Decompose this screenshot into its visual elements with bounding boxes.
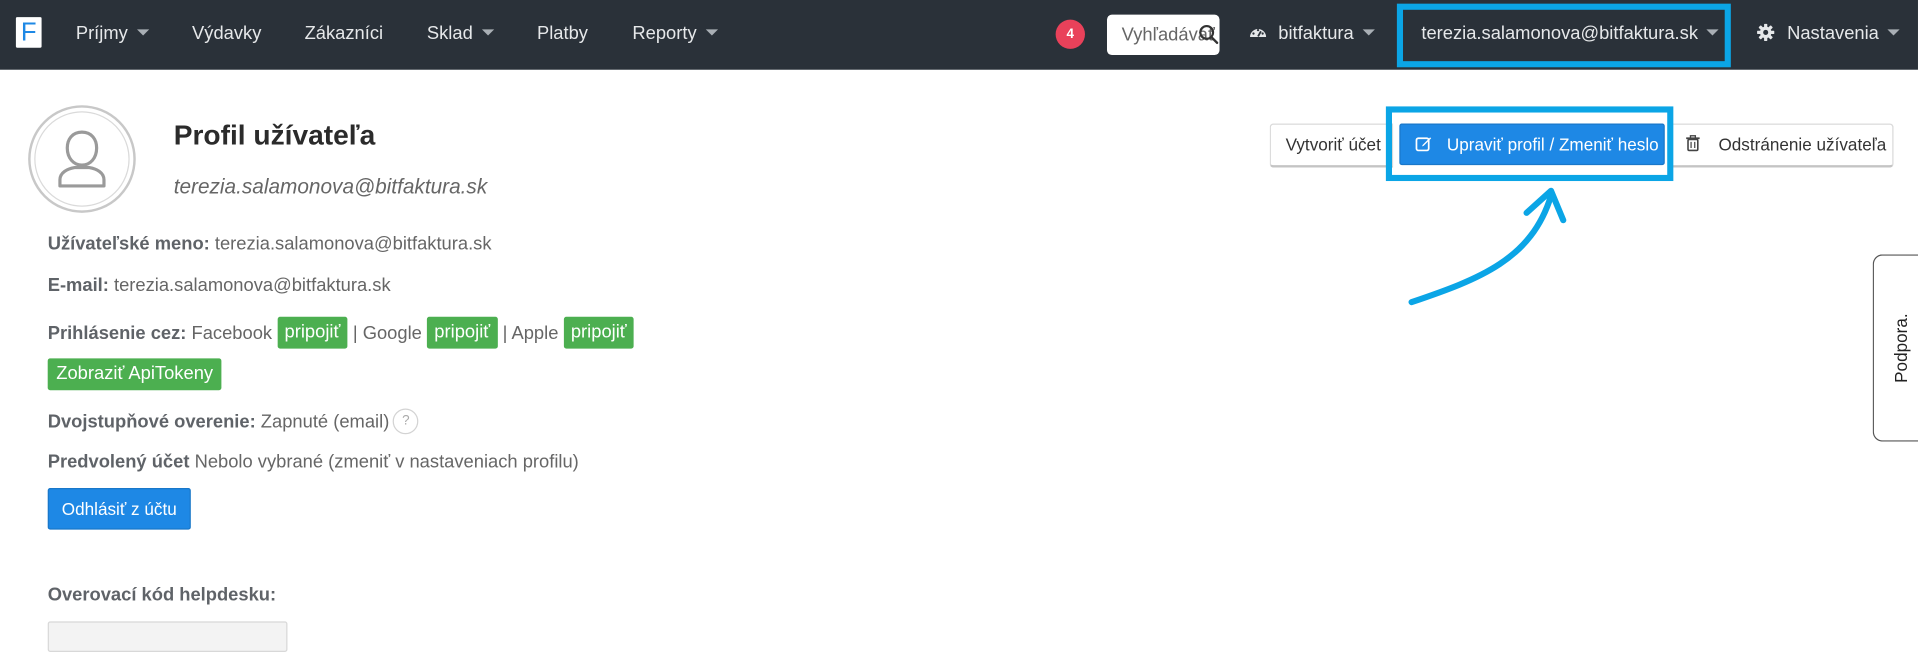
chevron-down-icon [481, 28, 494, 35]
username-label: Užívateľské meno: [47, 233, 210, 255]
nav-sklad-label: Sklad [426, 23, 473, 45]
highlight-box-user-menu [1396, 3, 1731, 68]
chevron-down-icon [136, 28, 149, 35]
connect-google-button[interactable]: pripojiť [426, 316, 498, 349]
provider-google: Google [362, 322, 422, 344]
profile-email-subtitle: terezia.salamonova@bitfaktura.sk [173, 174, 488, 199]
nav-settings[interactable]: Nastavenia [1757, 0, 1900, 70]
provider-apple: Apple [511, 322, 559, 344]
create-account-button[interactable]: Vytvoriť účet [1269, 123, 1394, 168]
email-value: terezia.salamonova@bitfaktura.sk [113, 275, 391, 297]
nav-sklad[interactable]: Sklad [427, 0, 494, 70]
username-row: Užívateľské meno: terezia.salamonova@bit… [48, 234, 492, 255]
nav-company[interactable]: bitfaktura [1249, 0, 1375, 70]
default-account-value: Nebolo vybrané (zmeniť v nastaveniach pr… [194, 451, 579, 473]
highlight-box-edit-profile [1385, 106, 1674, 182]
nav-vydavky[interactable]: Výdavky [192, 0, 261, 70]
default-account-row: Predvolený účet Nebolo vybrané (zmeniť v… [48, 451, 579, 472]
nav-prijmy-label: Príjmy [75, 23, 128, 45]
support-tab-label: Podpora. [1891, 313, 1911, 383]
delete-user-button[interactable]: Odstránenie užívateľa [1670, 123, 1894, 168]
dashboard-gauge-icon [1250, 28, 1267, 37]
default-account-label: Predvolený účet [47, 451, 190, 473]
search-icon[interactable] [1198, 23, 1220, 45]
trash-icon [1686, 135, 1700, 152]
annotation-arrow-icon [1408, 187, 1567, 306]
user-silhouette-icon [58, 130, 106, 188]
helpdesk-code-field [47, 621, 288, 652]
social-login-label: Prihlásenie cez: [47, 322, 187, 344]
nav-vydavky-label: Výdavky [192, 23, 262, 45]
nav-prijmy[interactable]: Príjmy [76, 0, 149, 70]
support-tab[interactable]: Podpora. [1872, 254, 1918, 442]
twofa-label: Dvojstupňové overenie: [47, 411, 256, 433]
username-value: terezia.salamonova@bitfaktura.sk [214, 233, 492, 255]
separator: | [352, 322, 358, 344]
chevron-down-icon [1362, 28, 1375, 35]
email-row: E-mail: terezia.salamonova@bitfaktura.sk [48, 275, 391, 296]
nav-reporty[interactable]: Reporty [632, 0, 718, 70]
social-login-row: Prihlásenie cez: Facebook pripojiť | Goo… [47, 316, 635, 350]
nav-platby[interactable]: Platby [537, 0, 588, 70]
api-tokens-row: Zobraziť ApiTokeny [47, 358, 222, 392]
connect-apple-button[interactable]: pripojiť [563, 316, 635, 349]
email-label: E-mail: [47, 275, 109, 297]
app-logo[interactable]: F [15, 17, 42, 48]
twofa-row: Dvojstupňové overenie: Zapnuté (email)? [47, 408, 419, 436]
chevron-down-icon [705, 28, 718, 35]
provider-facebook: Facebook [191, 322, 273, 344]
connect-facebook-button[interactable]: pripojiť [277, 316, 348, 349]
logout-button[interactable]: Odhlásiť z účtu [47, 488, 191, 530]
chevron-down-icon [1887, 28, 1900, 35]
helpdesk-code-label: Overovací kód helpdesku: [47, 584, 277, 606]
nav-company-label: bitfaktura [1278, 23, 1354, 45]
show-api-tokens-button[interactable]: Zobraziť ApiTokeny [47, 358, 222, 391]
gear-icon [1757, 23, 1775, 41]
nav-reporty-label: Reporty [632, 23, 697, 45]
nav-platby-label: Platby [536, 23, 588, 45]
nav-zakaznici[interactable]: Zákazníci [305, 0, 384, 70]
avatar [28, 105, 136, 213]
notification-badge[interactable]: 4 [1055, 19, 1085, 49]
twofa-value: Zapnuté (email) [260, 411, 390, 433]
help-icon[interactable]: ? [392, 408, 419, 435]
nav-settings-label: Nastavenia [1787, 23, 1879, 45]
delete-user-label: Odstránenie užívateľa [1718, 134, 1887, 155]
page-title: Profil užívateľa [173, 118, 376, 151]
nav-zakaznici-label: Zákazníci [304, 23, 384, 45]
separator: | [502, 322, 508, 344]
